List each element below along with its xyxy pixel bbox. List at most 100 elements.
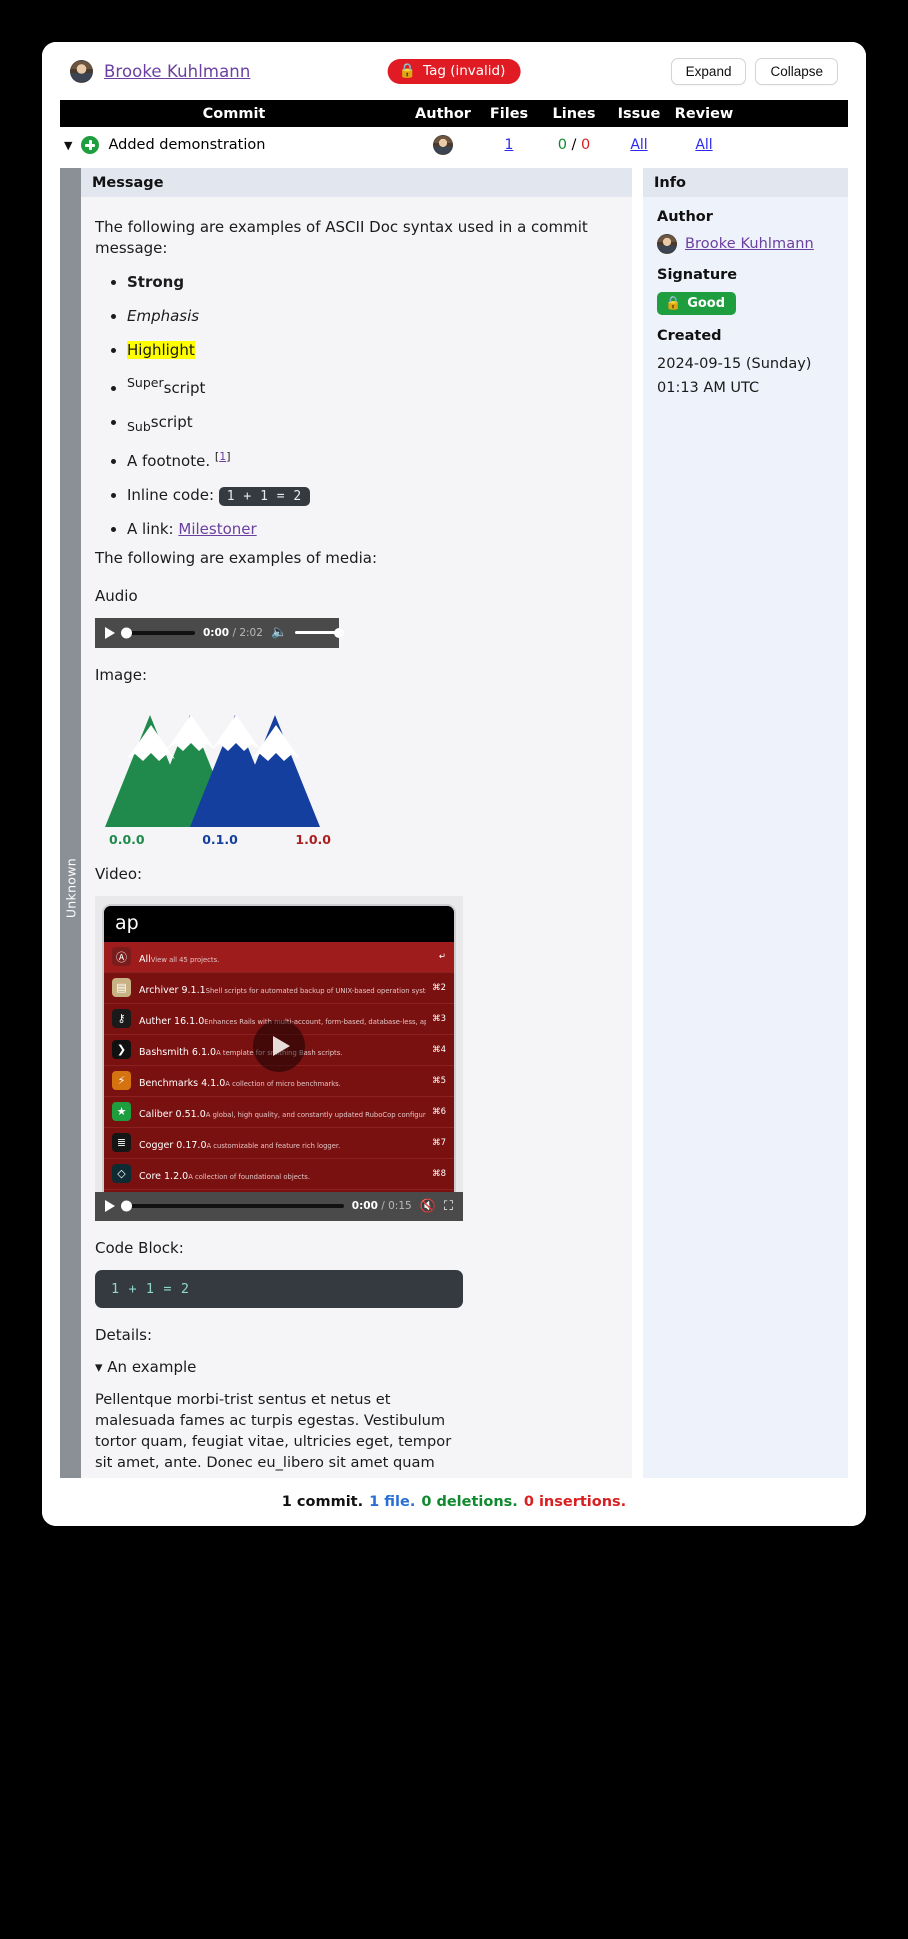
- list-item: Highlight: [127, 340, 618, 359]
- project-icon: ≣: [112, 1133, 131, 1153]
- tag-badge[interactable]: 🔒 Tag (invalid): [387, 58, 521, 84]
- info-author-link[interactable]: Brooke Kuhlmann: [685, 236, 814, 252]
- status-rail: Unknown: [60, 168, 81, 1526]
- list-item-description: Shell scripts for automated backup of UN…: [205, 987, 427, 996]
- video-label: Video:: [95, 864, 143, 883]
- audio-separator: /: [229, 626, 240, 639]
- audio-label: Audio: [95, 586, 138, 605]
- summary-deletions: 0 deletions.: [421, 1494, 518, 1510]
- audio-player[interactable]: 0:00 / 2:02 🔈: [95, 617, 345, 648]
- subscript-base: Sub: [127, 418, 151, 434]
- info-author-row: Brooke Kuhlmann: [657, 234, 834, 254]
- commit-cell: ▼ Added demonstration: [60, 136, 408, 154]
- column-header-files: Files: [489, 105, 529, 122]
- mute-icon[interactable]: 🔇: [420, 1199, 436, 1214]
- column-header-author: Author: [415, 105, 471, 122]
- audio-current-time: 0:00: [203, 626, 230, 639]
- info-panel: Info Author Brooke Kuhlmann Signature 🔒 …: [643, 168, 848, 1526]
- audio-seek-knob[interactable]: [121, 627, 132, 639]
- list-item[interactable]: ⚓Docker Alpine Base 3.2.0A base Docker i…: [104, 1190, 454, 1192]
- audio-volume-knob[interactable]: [334, 627, 345, 638]
- commit-lines-cell: 0 / 0: [540, 137, 608, 153]
- list-item[interactable]: Ⓐ AllView all 45 projects. ↵: [104, 941, 454, 973]
- list-item[interactable]: ≣ Cogger 0.17.0A customizable and feature…: [104, 1128, 454, 1159]
- video-frame: ap Ⓐ AllView all 45 projects. ↵ ▤ Archiver 9…: [95, 895, 463, 1192]
- video-player[interactable]: ap Ⓐ AllView all 45 projects. ↵ ▤ Archiver 9…: [95, 895, 463, 1221]
- list-item-text: AllView all 45 projects.: [139, 947, 433, 966]
- lines-separator: /: [571, 137, 577, 153]
- milestoner-logo: 0.0.0 0.1.0 1.0.0: [95, 697, 345, 847]
- footnote-ref[interactable]: [1]: [215, 450, 231, 463]
- project-icon: ⚷: [112, 1009, 131, 1029]
- message-panel: Message The following are examples of AS…: [81, 168, 632, 1526]
- list-item-shortcut: ⌘3: [432, 1013, 446, 1024]
- list-item-description: A customizable and feature rich logger.: [206, 1142, 341, 1151]
- files-link[interactable]: 1: [505, 137, 514, 153]
- list-item-title: Archiver 9.1.1: [139, 985, 206, 997]
- project-icon: ◇: [112, 1164, 131, 1184]
- avatar: [433, 135, 453, 155]
- info-created-time: 01:13 AM UTC: [657, 380, 760, 397]
- footnote-ref-number[interactable]: 1: [219, 450, 226, 463]
- audio-volume-slider[interactable]: [295, 627, 345, 638]
- table-row: ▼ Added demonstration 1 0 / 0 All All: [60, 127, 848, 163]
- inline-code-sample: 1 + 1 = 2: [218, 486, 310, 506]
- column-header-lines: Lines: [552, 105, 596, 122]
- list-item-title: Auther 16.1.0: [139, 1016, 205, 1028]
- list-item-title: Cogger 0.17.0: [139, 1140, 207, 1152]
- list-item[interactable]: ▤ Archiver 9.1.1Shell scripts for automat…: [104, 973, 454, 1004]
- video-seek-knob[interactable]: [121, 1200, 132, 1212]
- list-item[interactable]: ★ Caliber 0.51.0A global, high quality, a…: [104, 1097, 454, 1128]
- project-icon: ★: [112, 1102, 131, 1122]
- project-icon: ▤: [112, 978, 131, 998]
- expand-button[interactable]: Expand: [670, 57, 747, 85]
- review-link[interactable]: All: [695, 137, 712, 153]
- chevron-down-icon[interactable]: ▼: [64, 139, 72, 152]
- play-icon[interactable]: [253, 1019, 305, 1072]
- lock-icon: 🔒: [398, 63, 417, 79]
- list-item-text: Cogger 0.17.0A customizable and feature …: [139, 1133, 426, 1152]
- summary-insertions: 0 insertions.: [523, 1494, 627, 1510]
- list-item: A link: Milestoner: [127, 520, 618, 538]
- play-icon[interactable]: [105, 1200, 115, 1213]
- link-label: A link:: [127, 519, 174, 538]
- author-link[interactable]: Brooke Kuhlmann: [104, 62, 250, 81]
- app-window: Brooke Kuhlmann 🔒 Tag (invalid) Expand C…: [42, 42, 866, 1526]
- list-item-text: Archiver 9.1.1Shell scripts for automate…: [139, 978, 426, 997]
- commit-files-cell: 1: [478, 137, 540, 153]
- list-item-description: Enhances Rails with multi-account, form-…: [204, 1018, 426, 1027]
- details-summary[interactable]: ▾ An example: [95, 1358, 618, 1376]
- video-total-time: 0:15: [388, 1200, 412, 1213]
- commit-issue-cell: All: [608, 137, 670, 153]
- info-signature-heading: Signature: [657, 267, 738, 283]
- project-icon: Ⓐ: [112, 947, 131, 967]
- summary-commits: 1 commit.: [281, 1494, 364, 1510]
- list-item-shortcut: ⌘6: [432, 1106, 446, 1117]
- issue-link[interactable]: All: [630, 137, 647, 153]
- column-header-issue: Issue: [617, 105, 661, 122]
- fullscreen-icon[interactable]: ⛶: [444, 1199, 453, 1214]
- details-label: Details:: [95, 1325, 153, 1344]
- collapse-button[interactable]: Collapse: [755, 57, 838, 85]
- code-block-label: Code Block:: [95, 1238, 184, 1257]
- top-bar-actions: Expand Collapse: [670, 57, 838, 85]
- list-item-description: A collection of foundational objects.: [188, 1173, 311, 1182]
- list-item[interactable]: ◇ Core 1.2.0A collection of foundational …: [104, 1159, 454, 1190]
- footnote-sample: A footnote.: [127, 451, 211, 470]
- list-item-description: View all 45 projects.: [150, 956, 220, 965]
- video-controls: 0:00 / 0:15 🔇 ⛶: [95, 1191, 463, 1221]
- summary-footer: 1 commit. 1 file. 0 deletions. 0 inserti…: [42, 1478, 866, 1526]
- commit-subject: Added demonstration: [108, 137, 266, 153]
- play-icon[interactable]: [105, 626, 115, 639]
- video-seek-bar[interactable]: [121, 1200, 344, 1212]
- list-item: Inline code: 1 + 1 = 2: [127, 486, 618, 506]
- message-intro: The following are examples of ASCII Doc …: [95, 218, 588, 258]
- column-header-commit: Commit: [202, 105, 266, 122]
- milestoner-link[interactable]: Milestoner: [178, 520, 256, 538]
- list-item: Superscript: [127, 375, 618, 397]
- list-item: Subscript: [127, 413, 618, 434]
- superscript-rest: script: [163, 378, 206, 397]
- speaker-icon[interactable]: 🔈: [271, 625, 287, 640]
- audio-seek-bar[interactable]: [121, 627, 195, 639]
- image-label: Image:: [95, 665, 148, 684]
